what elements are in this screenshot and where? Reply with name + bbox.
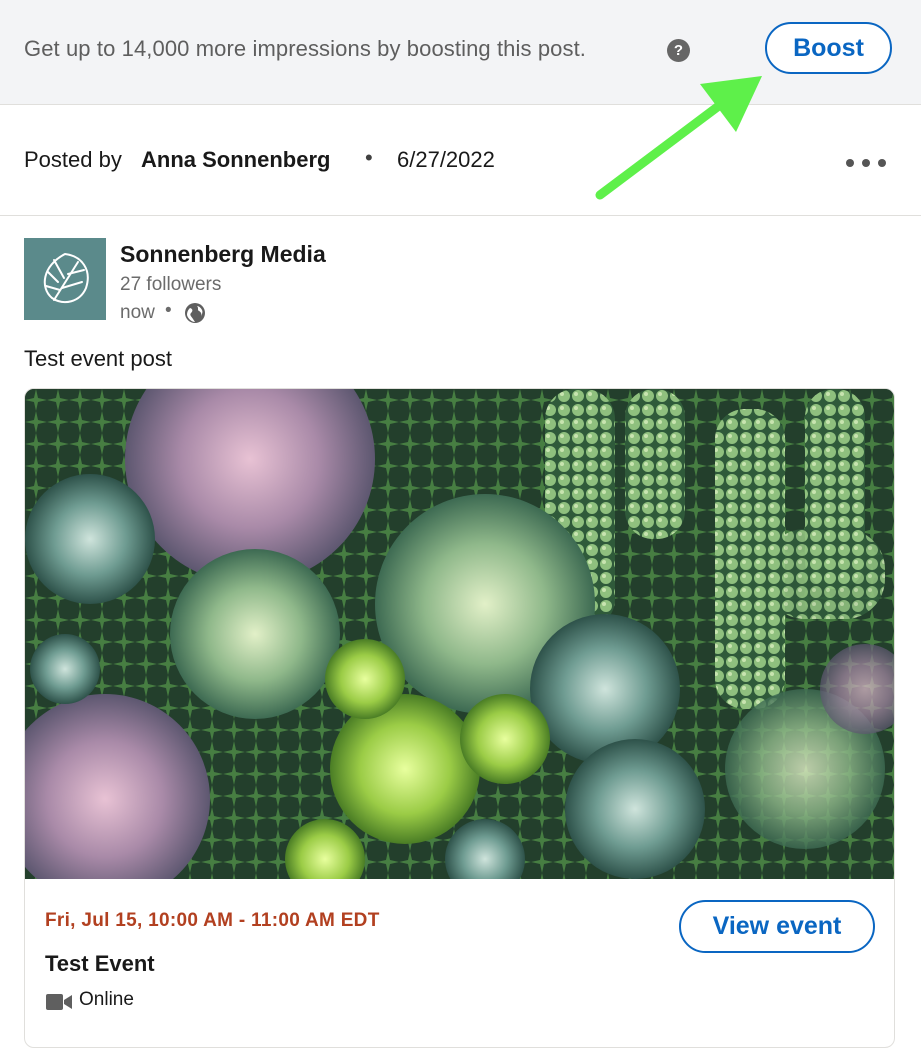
- posted-by-separator: •: [365, 145, 373, 170]
- leaf-logo-icon[interactable]: [24, 238, 106, 320]
- question-circle-icon[interactable]: ?: [667, 39, 690, 62]
- event-card: Fri, Jul 15, 10:00 AM - 11:00 AM EDT Tes…: [24, 388, 895, 1048]
- company-name[interactable]: Sonnenberg Media: [120, 241, 326, 268]
- boost-banner-text: Get up to 14,000 more impressions by boo…: [24, 36, 587, 61]
- menu-dot: [878, 159, 886, 167]
- globe-icon: [185, 303, 205, 323]
- posted-date: 6/27/2022: [397, 147, 495, 172]
- view-event-button[interactable]: View event: [679, 900, 875, 953]
- post-time: now: [120, 302, 155, 323]
- post-text: Test event post: [24, 346, 172, 371]
- event-date-time: Fri, Jul 15, 10:00 AM - 11:00 AM EDT: [45, 910, 380, 931]
- boost-button[interactable]: Boost: [765, 22, 892, 74]
- boost-banner: Get up to 14,000 more impressions by boo…: [0, 0, 921, 105]
- posted-by-prefix: Posted by: [24, 147, 122, 172]
- event-format: Online: [79, 989, 134, 1010]
- more-horizontal-icon[interactable]: [846, 157, 886, 169]
- posted-by-row: Posted by Anna Sonnenberg • 6/27/2022: [0, 105, 921, 216]
- posted-by-author[interactable]: Anna Sonnenberg: [141, 147, 330, 173]
- menu-dot: [846, 159, 854, 167]
- event-cover-image[interactable]: [25, 389, 895, 879]
- event-title[interactable]: Test Event: [45, 951, 155, 977]
- menu-dot: [862, 159, 870, 167]
- follower-count: 27 followers: [120, 274, 222, 295]
- post-time-separator: •: [165, 300, 172, 321]
- video-camera-icon: [46, 994, 72, 1010]
